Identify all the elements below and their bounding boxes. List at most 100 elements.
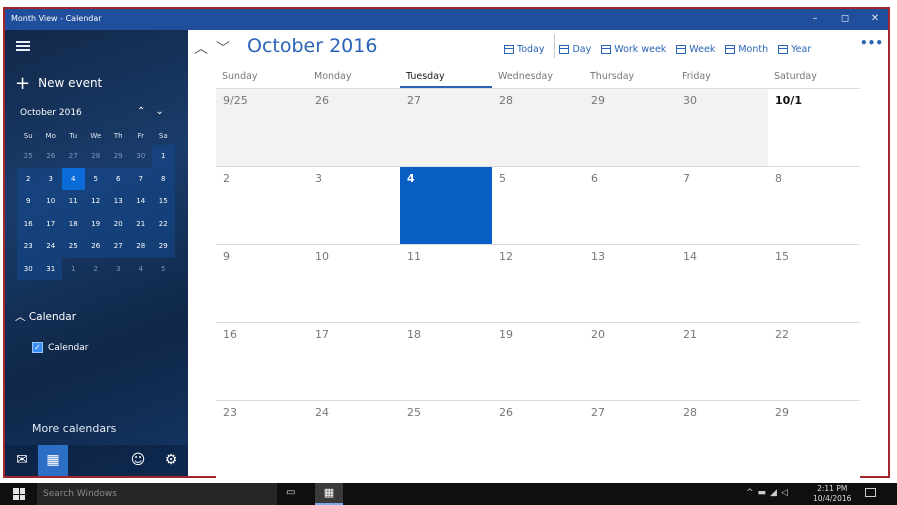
day-cell[interactable]: 18 — [400, 322, 492, 400]
day-cell[interactable]: 23 — [216, 400, 308, 478]
mini-day[interactable]: 1 — [62, 258, 85, 281]
chevron-down-icon[interactable]: ﹀ — [216, 41, 238, 57]
day-cell[interactable]: 30 — [676, 88, 768, 166]
day-cell[interactable]: 19 — [492, 322, 584, 400]
day-cell[interactable]: 29 — [768, 400, 860, 478]
checkbox-checked-icon[interactable]: ✓ — [32, 342, 43, 353]
mini-day[interactable]: 16 — [17, 212, 40, 235]
mini-day[interactable]: 11 — [62, 190, 85, 213]
mini-day[interactable]: 25 — [62, 235, 85, 258]
day-view-button[interactable]: Day — [559, 40, 591, 58]
minimize-button[interactable]: – — [806, 11, 824, 27]
mini-day[interactable]: 25 — [17, 145, 40, 168]
mini-day[interactable]: 27 — [107, 235, 130, 258]
day-cell[interactable]: 28 — [492, 88, 584, 166]
mini-day[interactable]: 26 — [84, 235, 107, 258]
mini-day[interactable]: 5 — [152, 258, 175, 281]
mini-day[interactable]: 13 — [107, 190, 130, 213]
day-cell[interactable]: 12 — [492, 244, 584, 322]
mini-day[interactable]: 5 — [84, 167, 107, 190]
mini-day[interactable]: 3 — [39, 167, 62, 190]
day-cell[interactable]: 9 — [216, 244, 308, 322]
calendar-taskbar-icon[interactable]: ▦ — [315, 483, 343, 505]
day-cell[interactable]: 11 — [400, 244, 492, 322]
mini-day[interactable]: 12 — [84, 190, 107, 213]
mini-day[interactable]: 9 — [17, 190, 40, 213]
chevron-up-icon[interactable]: ︿ — [194, 41, 216, 57]
mini-day[interactable]: 26 — [40, 145, 63, 168]
mini-day[interactable]: 18 — [62, 212, 85, 235]
day-cell[interactable]: 2 — [216, 166, 308, 244]
hamburger-menu-icon[interactable] — [16, 41, 30, 51]
day-cell[interactable]: 17 — [308, 322, 400, 400]
mini-day[interactable]: 8 — [152, 167, 175, 190]
mini-day[interactable]: 4 — [62, 167, 85, 190]
close-button[interactable]: ✕ — [866, 11, 884, 27]
month-view-button[interactable]: Month — [725, 40, 768, 58]
mini-day[interactable]: 6 — [107, 167, 130, 190]
mini-day[interactable]: 4 — [130, 258, 153, 281]
day-cell[interactable]: 13 — [584, 244, 676, 322]
mini-day[interactable]: 20 — [107, 212, 130, 235]
calendars-section-header[interactable]: ︿ Calendar — [15, 309, 76, 324]
day-cell[interactable]: 4 — [400, 166, 492, 244]
chevron-up-icon[interactable]: ⌃ — [137, 106, 155, 117]
mini-day[interactable]: 3 — [107, 258, 130, 281]
action-center-icon[interactable] — [865, 488, 876, 497]
mini-day[interactable]: 27 — [62, 145, 85, 168]
more-calendars-link[interactable]: More calendars — [32, 422, 116, 435]
mini-day[interactable]: 15 — [152, 190, 175, 213]
day-cell[interactable]: 21 — [676, 322, 768, 400]
day-cell[interactable]: 15 — [768, 244, 860, 322]
new-event-button[interactable]: + New event — [15, 71, 102, 94]
mini-day[interactable]: 10 — [39, 190, 62, 213]
task-view-icon[interactable]: ▭ — [286, 487, 295, 498]
day-cell[interactable]: 26 — [492, 400, 584, 478]
day-cell[interactable]: 5 — [492, 166, 584, 244]
day-cell[interactable]: 6 — [584, 166, 676, 244]
taskbar-clock[interactable]: 2:11 PM 10/4/2016 — [813, 484, 851, 504]
mini-day[interactable]: 2 — [17, 167, 40, 190]
day-cell[interactable]: 29 — [584, 88, 676, 166]
calendar-toggle[interactable]: ✓ Calendar — [32, 342, 88, 353]
mini-day[interactable]: 7 — [129, 167, 152, 190]
mini-day[interactable]: 30 — [130, 145, 153, 168]
mini-day[interactable]: 31 — [39, 257, 62, 280]
day-cell[interactable]: 22 — [768, 322, 860, 400]
mini-day[interactable]: 28 — [85, 145, 108, 168]
mini-day[interactable]: 30 — [17, 257, 40, 280]
mini-day[interactable]: 2 — [85, 258, 108, 281]
day-cell[interactable]: 25 — [400, 400, 492, 478]
smiley-feedback-icon[interactable]: ☺ — [123, 445, 153, 476]
day-cell[interactable]: 27 — [584, 400, 676, 478]
calendar-app-icon[interactable]: ▦ — [38, 445, 68, 476]
mini-day[interactable]: 24 — [39, 235, 62, 258]
day-cell[interactable]: 24 — [308, 400, 400, 478]
mini-day[interactable]: 29 — [152, 235, 175, 258]
day-cell[interactable]: 7 — [676, 166, 768, 244]
mini-day[interactable]: 19 — [84, 212, 107, 235]
day-cell[interactable]: 10/1 — [768, 88, 860, 166]
day-cell[interactable]: 8 — [768, 166, 860, 244]
day-cell[interactable]: 28 — [676, 400, 768, 478]
restore-button[interactable]: ◻ — [836, 11, 854, 27]
day-cell[interactable]: 10 — [308, 244, 400, 322]
day-cell[interactable]: 20 — [584, 322, 676, 400]
day-cell[interactable]: 3 — [308, 166, 400, 244]
mini-day[interactable]: 1 — [152, 145, 175, 168]
windows-start-icon[interactable] — [13, 488, 25, 500]
system-tray-icons[interactable]: ^▬◢◁ — [746, 488, 792, 498]
year-view-button[interactable]: Year — [778, 40, 811, 58]
mini-day[interactable]: 21 — [129, 212, 152, 235]
mini-day[interactable]: 29 — [107, 145, 130, 168]
title-bar[interactable]: Month View - Calendar – ◻ ✕ — [5, 9, 888, 30]
today-button[interactable]: Today — [504, 40, 544, 58]
mini-day[interactable]: 17 — [39, 212, 62, 235]
day-cell[interactable]: 9/25 — [216, 88, 308, 166]
work-week-view-button[interactable]: Work week — [601, 40, 666, 58]
mini-day[interactable]: 22 — [152, 212, 175, 235]
day-cell[interactable]: 27 — [400, 88, 492, 166]
mini-day[interactable]: 28 — [129, 235, 152, 258]
day-cell[interactable]: 16 — [216, 322, 308, 400]
mail-icon[interactable]: ✉ — [7, 445, 37, 476]
